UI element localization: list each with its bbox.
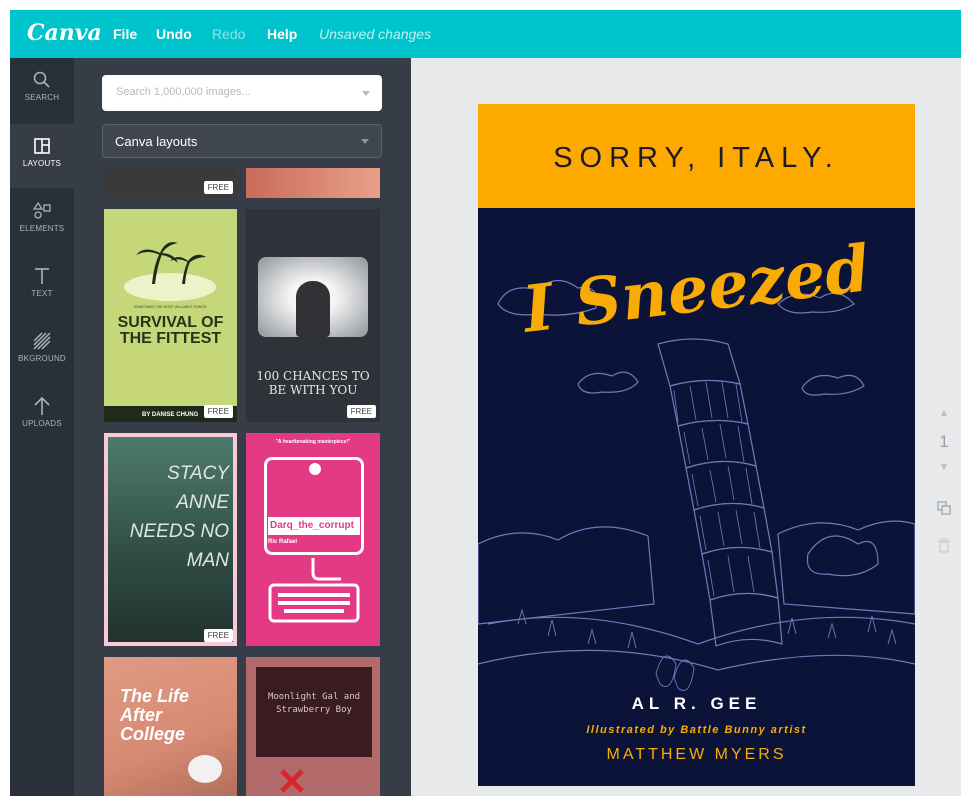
thumbnail-title: STACY ANNE NEEDS NO MAN <box>129 463 229 571</box>
sidebar-rail: SEARCH LAYOUTS ELEMENTS TEXT BKGROUND UP… <box>10 58 74 796</box>
move-page-down-button[interactable]: ▼ <box>926 462 961 473</box>
save-status: Unsaved changes <box>319 26 432 42</box>
layouts-icon <box>34 138 50 154</box>
poster-author[interactable]: AL R. GEE <box>478 694 915 714</box>
silhouette-figure <box>296 281 330 337</box>
sidebar-item-label: ELEMENTS <box>19 224 65 233</box>
text-icon <box>35 268 49 284</box>
page-number: 1 <box>939 432 949 451</box>
free-badge: FREE <box>203 629 233 642</box>
layout-thumbnail[interactable]: The Life After College <box>104 657 237 796</box>
layout-thumbnail[interactable]: "A heartbreaking masterpiece!" Darq_the_… <box>246 433 380 646</box>
layout-thumbnail[interactable]: Moonlight Gal and Strawberry Boy <box>246 657 380 796</box>
sidebar-item-label: TEXT <box>31 289 53 298</box>
upload-icon <box>34 396 50 415</box>
sidebar-item-label: LAYOUTS <box>22 159 62 168</box>
search-input[interactable]: Search 1,000,000 images... <box>102 75 382 111</box>
free-badge: FREE <box>203 405 233 418</box>
keyboard-illustration <box>268 558 360 623</box>
sidebar-item-layouts[interactable]: LAYOUTS <box>10 124 74 188</box>
search-placeholder: Search 1,000,000 images... <box>116 86 251 98</box>
top-bar: Canva File Undo Redo Help Unsaved change… <box>10 10 961 58</box>
svg-text:SOMETIMES THE MOST VALUABLE TH: SOMETIMES THE MOST VALUABLE THINGS <box>134 305 208 309</box>
elements-icon <box>32 201 51 219</box>
thumbnail-author: BY DANISE CHUNG <box>142 412 199 418</box>
chevron-down-icon <box>361 139 369 144</box>
layout-thumbnail[interactable]: 100 CHANCES TO BE WITH YOU FREE <box>246 209 380 422</box>
coffee-cup <box>188 755 222 783</box>
delete-page-button[interactable] <box>926 538 961 559</box>
layout-thumbnail[interactable]: STACY ANNE NEEDS NO MAN FREE <box>104 433 237 646</box>
layouts-dropdown[interactable]: Canva layouts <box>102 124 382 158</box>
duplicate-icon <box>937 501 951 515</box>
design-canvas[interactable]: SORRY, ITALY. I Sneezed AL R. GEE Illust… <box>478 104 915 786</box>
trash-icon <box>938 538 950 553</box>
layout-thumbnail[interactable]: FREE <box>104 168 237 198</box>
sidebar-item-label: SEARCH <box>24 93 60 102</box>
canva-logo[interactable]: Canva <box>27 20 102 46</box>
duplicate-page-button[interactable] <box>926 500 961 521</box>
undo-button[interactable]: Undo <box>156 26 192 42</box>
sidebar-item-background[interactable]: BKGROUND <box>10 319 74 383</box>
search-icon <box>33 71 50 88</box>
sidebar-item-elements[interactable]: ELEMENTS <box>10 189 74 253</box>
thumbnail-title: The Life After College <box>120 686 190 744</box>
sidebar-item-label: UPLOADS <box>22 419 62 428</box>
chevron-down-icon <box>362 91 370 96</box>
dropdown-value: Canva layouts <box>115 134 198 149</box>
help-menu[interactable]: Help <box>267 26 297 42</box>
redo-button[interactable]: Redo <box>212 26 245 42</box>
layouts-panel: Search 1,000,000 images... Canva layouts… <box>74 58 411 796</box>
sidebar-item-uploads[interactable]: UPLOADS <box>10 384 74 448</box>
leaning-tower-illustration <box>478 279 915 691</box>
free-badge: FREE <box>346 405 376 418</box>
sidebar-item-text[interactable]: TEXT <box>10 254 74 318</box>
sidebar-item-search[interactable]: SEARCH <box>10 58 74 122</box>
poster-artist[interactable]: MATTHEW MYERS <box>478 746 915 764</box>
move-page-up-button[interactable]: ▲ <box>926 408 961 419</box>
thumbnail-title: SURVIVAL OF THE FITTEST <box>117 314 224 347</box>
sidebar-item-label: BKGROUND <box>18 354 66 363</box>
free-badge: FREE <box>203 181 233 194</box>
layout-thumbnail[interactable]: SOMETIMES THE MOST VALUABLE THINGS SURVI… <box>104 209 237 422</box>
poster-illustrator-credit[interactable]: Illustrated by Battle Bunny artist <box>478 724 915 736</box>
thumbnail-title: 100 CHANCES TO BE WITH YOU <box>256 369 370 397</box>
design-workspace: SORRY, ITALY. I Sneezed AL R. GEE Illust… <box>411 58 961 796</box>
cross-mark-icon <box>280 769 304 793</box>
layout-thumbnail[interactable] <box>246 168 380 198</box>
file-menu[interactable]: File <box>113 26 137 42</box>
background-icon <box>33 332 51 350</box>
